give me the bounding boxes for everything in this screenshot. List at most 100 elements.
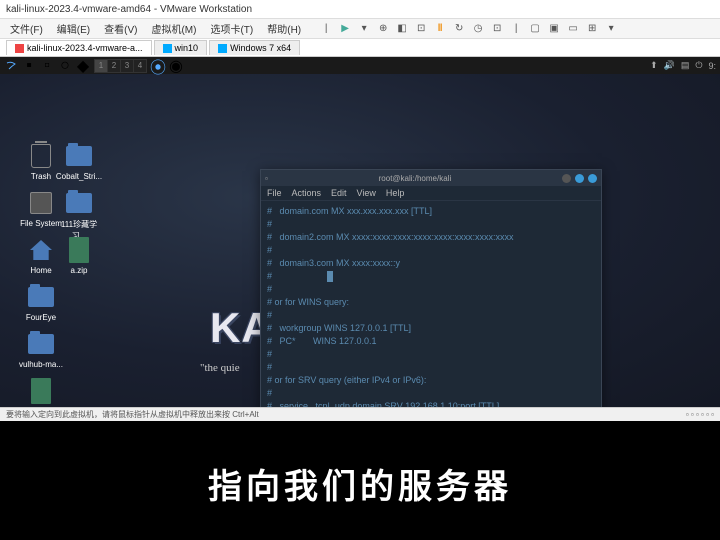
vmware-titlebar: kali-linux-2023.4-vmware-amd64 - VMware … (0, 0, 720, 19)
settings-icon[interactable]: ⊡ (414, 22, 428, 36)
snapshot-icon[interactable]: ⊕ (376, 22, 390, 36)
icon-label: Cobalt_Stri... (56, 172, 102, 181)
power-icon[interactable]: ⏻ (695, 60, 702, 71)
term-line: # or for SRV query (either IPv4 or IPv6)… (267, 374, 595, 387)
kali-tab-icon (15, 44, 24, 53)
icon-label: Home (30, 266, 51, 275)
term-menu-actions[interactable]: Actions (292, 188, 322, 198)
folder-icon (65, 142, 93, 170)
toolbar-separator: | (319, 22, 333, 36)
term-menu-help[interactable]: Help (386, 188, 405, 198)
folder-icon (65, 189, 93, 217)
workspace-3[interactable]: 3 (121, 60, 133, 72)
more-icon[interactable]: ▾ (604, 22, 618, 36)
menu-edit[interactable]: 编辑(E) (51, 19, 96, 38)
menu-vm[interactable]: 虚拟机(M) (145, 19, 202, 38)
workspaces: 1 2 3 4 (94, 59, 147, 73)
vmware-menubar: 文件(F) 编辑(E) 查看(V) 虚拟机(M) 选项卡(T) 帮助(H) | … (0, 19, 720, 39)
cursor (327, 271, 333, 282)
tab-win7[interactable]: Windows 7 x64 (209, 40, 300, 55)
restart-icon[interactable]: ↻ (452, 22, 466, 36)
term-line: # workgroup WINS 127.0.0.1 [TTL] (267, 322, 595, 335)
zip-icon (65, 236, 93, 264)
term-line: # (267, 270, 595, 283)
desktop-area[interactable]: KALI LINUX "the quie ▫ root@kali:/home/k… (0, 74, 720, 407)
pause-icon[interactable]: ‖ (433, 22, 447, 36)
notifications-icon[interactable]: ▤ (681, 60, 690, 71)
menu-view[interactable]: 查看(V) (98, 19, 143, 38)
console-icon[interactable]: ▭ (566, 22, 580, 36)
fit-icon[interactable]: ⊡ (490, 22, 504, 36)
desktop-icon-111zip[interactable]: 111.zip (18, 377, 64, 407)
term-line: # domain3.com MX xxxx:xxxx::y (267, 257, 595, 270)
toolbar-separator2: | (509, 22, 523, 36)
icon-label: vulhub-ma... (19, 360, 63, 369)
term-menu-edit[interactable]: Edit (331, 188, 347, 198)
kali-menu-icon[interactable] (4, 59, 18, 73)
term-menu-file[interactable]: File (267, 188, 282, 198)
terminal-icon[interactable]: ▪ (22, 59, 36, 73)
icon-label: Trash (31, 172, 51, 181)
clock[interactable]: 9: (708, 61, 716, 71)
minimize-icon[interactable] (562, 174, 571, 183)
layout-icon[interactable]: ⊞ (585, 22, 599, 36)
terminal-body[interactable]: # domain.com MX xxx.xxx.xxx.xxx [TTL]## … (261, 201, 601, 407)
tab-kali[interactable]: kali-linux-2023.4-vmware-a... (6, 40, 152, 55)
firefox-icon[interactable]: ○ (58, 59, 72, 73)
vm-viewport[interactable]: ▪ ▫ ○ ◆ 1 2 3 4 ⦿ ◉ ⬆ 🔊 ▤ ⏻ 9: (0, 57, 720, 407)
term-line: # or for WINS query: (267, 296, 595, 309)
status-devices: ▫ ▫ ▫ ▫ ▫ ▫ (686, 410, 714, 419)
term-line: # PC* WINS 127.0.0.1 (267, 335, 595, 348)
terminal-title: root@kali:/home/kali (268, 174, 562, 183)
vmware-toolbar: | ▶ ▾ ⊕ ◧ ⊡ ‖ ↻ ◷ ⊡ | ▢ ▣ ▭ ⊞ ▾ (319, 22, 618, 36)
play-icon[interactable]: ▶ (338, 22, 352, 36)
term-line: # (267, 387, 595, 400)
vm-tabs: kali-linux-2023.4-vmware-a... win10 Wind… (0, 39, 720, 57)
app-icon[interactable]: ◆ (76, 59, 90, 73)
kali-desktop: ▪ ▫ ○ ◆ 1 2 3 4 ⦿ ◉ ⬆ 🔊 ▤ ⏻ 9: (0, 57, 720, 407)
folder-icon (27, 330, 55, 358)
icon-label: a.zip (71, 266, 88, 275)
close-icon[interactable] (588, 174, 597, 183)
desktop-icon-vulhubma[interactable]: vulhub-ma... (18, 330, 64, 369)
camera-icon[interactable]: ◉ (169, 59, 183, 73)
term-line: # (267, 348, 595, 361)
fullscreen-icon[interactable]: ▢ (528, 22, 542, 36)
desktop-icon-cobaltstri[interactable]: Cobalt_Stri... (56, 142, 102, 181)
fs-icon (27, 189, 55, 217)
zip-icon (27, 377, 55, 405)
system-tray: ⬆ 🔊 ▤ ⏻ 9: (650, 60, 716, 71)
home-icon (27, 236, 55, 264)
terminal-window[interactable]: ▫ root@kali:/home/kali File Actions Edit… (260, 169, 602, 407)
status-hint: 要将输入定向到此虚拟机，请将鼠标指针从虚拟机中释放出来按 Ctrl+Alt (6, 409, 259, 420)
clock-icon[interactable]: ◷ (471, 22, 485, 36)
workspace-2[interactable]: 2 (108, 60, 120, 72)
desktop-icon-foureye[interactable]: FourEye (18, 283, 64, 322)
maximize-icon[interactable] (575, 174, 584, 183)
workspace-4[interactable]: 4 (134, 60, 146, 72)
tab-win10[interactable]: win10 (154, 40, 208, 55)
win7-tab-icon (218, 44, 227, 53)
term-menu-view[interactable]: View (357, 188, 376, 198)
menu-help[interactable]: 帮助(H) (261, 19, 307, 38)
desktop-icon-azip[interactable]: a.zip (56, 236, 102, 275)
win10-tab-icon (163, 44, 172, 53)
volume-icon[interactable]: 🔊 (664, 60, 675, 71)
window-title: kali-linux-2023.4-vmware-amd64 - VMware … (6, 4, 252, 15)
terminal-menubar: File Actions Edit View Help (261, 186, 601, 201)
dropdown-icon[interactable]: ▾ (357, 22, 371, 36)
menu-tabs[interactable]: 选项卡(T) (204, 19, 259, 38)
menu-file[interactable]: 文件(F) (4, 19, 49, 38)
screenshot-icon[interactable]: ◧ (395, 22, 409, 36)
recorder-icon[interactable]: ⦿ (151, 59, 165, 73)
files-icon[interactable]: ▫ (40, 59, 54, 73)
term-line: # (267, 361, 595, 374)
desktop-icon-111[interactable]: 111珍藏学习... (56, 189, 102, 241)
icon-label: FourEye (26, 313, 56, 322)
unity-icon[interactable]: ▣ (547, 22, 561, 36)
network-icon[interactable]: ⬆ (650, 60, 658, 71)
video-subtitle: 指向我们的服务器 (0, 459, 720, 508)
terminal-titlebar[interactable]: ▫ root@kali:/home/kali (261, 170, 601, 186)
workspace-1[interactable]: 1 (95, 60, 107, 72)
folder-icon (27, 283, 55, 311)
